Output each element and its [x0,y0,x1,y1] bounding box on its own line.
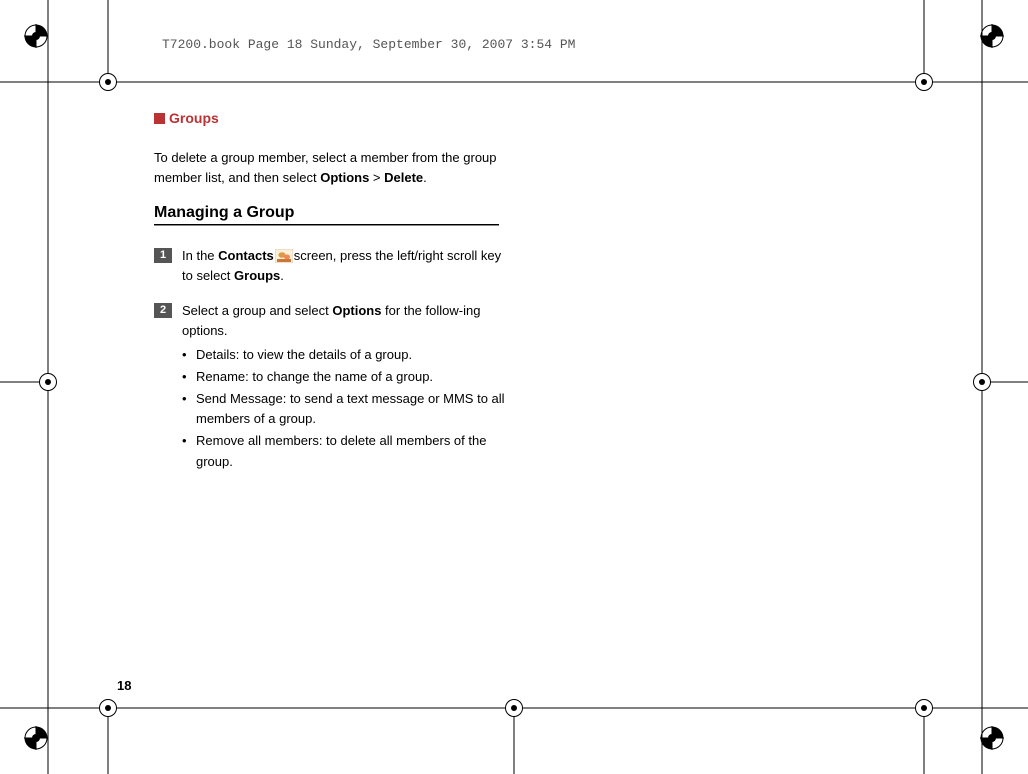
step1-period: . [280,268,284,283]
registration-mark-icon [980,726,1004,750]
heading-divider [154,224,499,226]
bullet-remove-all: Remove all members: to delete all member… [182,431,512,471]
page-content: Groups To delete a group member, select … [154,110,512,488]
period: . [423,170,427,185]
step-number-badge: 2 [154,303,172,318]
contacts-icon [275,249,293,263]
groups-label: Groups [234,268,280,283]
page-number: 18 [117,678,131,693]
step1-pre: In the [182,248,218,263]
section-title: Groups [169,110,219,126]
step-body: In the Contactsscreen, press the left/ri… [182,246,512,286]
step-1: 1 In the Contactsscreen, press the left/… [154,246,512,286]
section-marker-icon [154,113,165,124]
sub-heading: Managing a Group [154,204,512,222]
step-number-badge: 1 [154,248,172,263]
options-bullet-list: Details: to view the details of a group.… [182,345,512,472]
intro-paragraph: To delete a group member, select a membe… [154,148,512,188]
registration-mark-icon [980,24,1004,48]
bullet-rename: Rename: to change the name of a group. [182,367,512,387]
options-label-2: Options [332,303,381,318]
step2-text-a: Select a group and select [182,303,332,318]
options-label: Options [320,170,369,185]
gt-sep: > [369,170,384,185]
section-header: Groups [154,110,512,126]
running-header: T7200.book Page 18 Sunday, September 30,… [162,37,575,52]
step-body: Select a group and select Options for th… [182,301,512,474]
delete-label: Delete [384,170,423,185]
bullet-details: Details: to view the details of a group. [182,345,512,365]
step-2: 2 Select a group and select Options for … [154,301,512,474]
registration-mark-icon [24,726,48,750]
contacts-label: Contacts [218,248,274,263]
bullet-send-message: Send Message: to send a text message or … [182,389,512,429]
registration-mark-icon [24,24,48,48]
